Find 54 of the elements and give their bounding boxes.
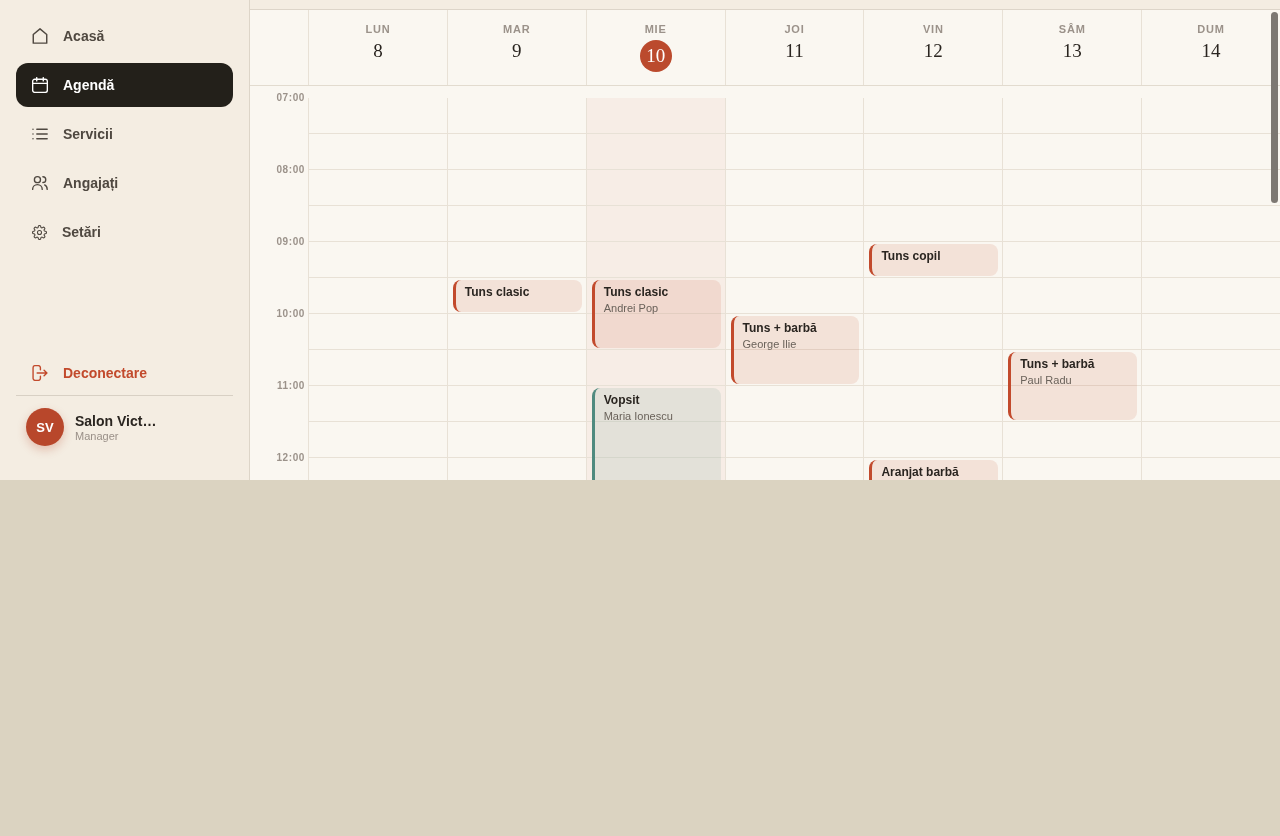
appointment-card[interactable]: Aranjat barbă <box>869 460 999 480</box>
appointment-card[interactable]: Tuns + barbă George Ilie <box>730 316 860 384</box>
weekday-label: SÂM <box>1058 22 1086 36</box>
appointment-title: Tuns copil <box>881 249 941 263</box>
appointment-card[interactable]: Tuns + barbă Paul Radu <box>1008 352 1138 420</box>
weekday-label: VIN <box>922 22 944 36</box>
scrollbar-thumb[interactable] <box>1271 12 1278 203</box>
client-name: Paul Radu <box>1020 373 1072 387</box>
logout-icon <box>32 365 48 381</box>
nav-item[interactable]: Acasă <box>16 14 233 58</box>
nav-item[interactable]: Setări <box>16 210 233 254</box>
home-icon <box>32 28 48 44</box>
appointment-card[interactable]: Tuns clasic Andrei Pop <box>591 280 721 348</box>
time-label: 10:00 <box>276 308 305 320</box>
logout-button[interactable]: Deconectare <box>16 351 233 395</box>
appointment-title: Tuns + barbă <box>1020 357 1095 371</box>
appointment-title: Tuns clasic <box>603 285 669 299</box>
time-label: 07:00 <box>276 92 305 104</box>
users-icon <box>32 175 48 191</box>
weekday-label: DUM <box>1197 22 1225 36</box>
time-label: 11:00 <box>276 380 305 392</box>
date-number: 14 <box>1201 40 1221 62</box>
appointment-title: Vopsit <box>603 393 640 407</box>
user-role: Manager <box>75 429 120 442</box>
appointment-card[interactable]: Vopsit Maria Ionescu <box>591 388 721 480</box>
weekday-label: LUN <box>365 22 391 36</box>
weekday-label: MAR <box>503 22 531 36</box>
appointment-title: Tuns + barbă <box>742 321 817 335</box>
nav-item[interactable]: Servicii <box>16 112 233 156</box>
user-name: Salon Vict… <box>75 412 157 429</box>
client-name: Maria Ionescu <box>603 409 673 423</box>
nav-item[interactable]: Angajați <box>16 161 233 205</box>
time-label: 09:00 <box>276 236 305 248</box>
time-label: 12:00 <box>276 452 305 464</box>
date-number: 11 <box>785 40 804 62</box>
appointment-card[interactable]: Tuns copil <box>869 244 999 276</box>
appointment-title: Tuns clasic <box>464 285 530 299</box>
client-name: Andrei Pop <box>603 301 659 315</box>
weekday-label: MIE <box>644 22 667 36</box>
appointment-card[interactable]: Tuns clasic <box>452 280 582 312</box>
date-number: 13 <box>1062 40 1082 62</box>
date-number: 8 <box>373 40 383 62</box>
nav-item[interactable]: Agendă <box>16 63 233 107</box>
time-label: 08:00 <box>276 164 305 176</box>
calendar-icon <box>32 77 48 93</box>
date-number: 10 <box>639 40 672 72</box>
list-icon <box>32 126 48 142</box>
appointment-title: Aranjat barbă <box>881 465 959 479</box>
client-name: George Ilie <box>742 337 797 351</box>
date-number: 12 <box>923 40 943 62</box>
avatar: SV <box>26 408 64 446</box>
weekday-label: JOI <box>784 22 805 36</box>
gear-icon <box>32 224 47 240</box>
date-number: 9 <box>512 40 522 62</box>
